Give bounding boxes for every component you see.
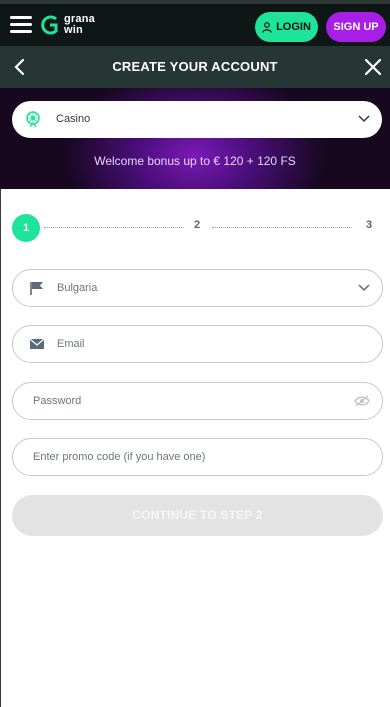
login-label: LOGIN — [276, 21, 311, 33]
product-select[interactable]: Casino — [12, 101, 382, 138]
logo-icon — [41, 15, 58, 35]
logo-line2: win — [64, 24, 83, 36]
top-navbar: grana win LOGIN SIGN UP — [0, 0, 390, 46]
email-placeholder: Email — [57, 338, 85, 350]
step-1: 1 — [12, 214, 40, 242]
wheel-icon — [26, 111, 40, 128]
close-icon[interactable] — [362, 56, 384, 78]
step-3: 3 — [366, 219, 373, 231]
step-divider — [44, 227, 184, 228]
user-icon — [262, 21, 272, 33]
step-divider — [212, 227, 352, 228]
flag-icon — [30, 282, 43, 295]
continue-button[interactable]: CONTINUE TO STEP 2 — [12, 495, 383, 536]
bonus-text: Welcome bonus up to € 120 + 120 FS — [94, 154, 296, 168]
email-field[interactable]: Email — [12, 325, 383, 363]
eye-off-icon[interactable] — [354, 395, 370, 407]
login-button[interactable]: LOGIN — [255, 12, 318, 42]
promo-placeholder: Enter promo code (if you have one) — [33, 451, 206, 463]
chevron-down-icon — [358, 115, 370, 123]
modal-title: CREATE YOUR ACCOUNT — [112, 59, 278, 74]
promo-code-field[interactable]: Enter promo code (if you have one) — [12, 438, 383, 476]
country-value: Bulgaria — [57, 282, 98, 294]
chevron-down-icon — [358, 284, 370, 292]
password-placeholder: Password — [33, 395, 82, 407]
signup-label: SIGN UP — [333, 21, 379, 33]
product-select-value: Casino — [56, 113, 91, 125]
logo-text: grana win — [64, 14, 95, 36]
page-edge — [0, 189, 1, 707]
menu-icon[interactable] — [10, 16, 32, 34]
brand-logo[interactable]: grana win — [40, 12, 110, 40]
mail-icon — [29, 338, 45, 349]
step-2: 2 — [194, 219, 201, 231]
signup-button[interactable]: SIGN UP — [326, 12, 386, 42]
country-select[interactable]: Bulgaria — [12, 269, 383, 307]
step-indicator: 1 2 3 — [0, 212, 390, 242]
modal-header: CREATE YOUR ACCOUNT — [0, 46, 390, 88]
password-field[interactable]: Password — [12, 382, 383, 420]
